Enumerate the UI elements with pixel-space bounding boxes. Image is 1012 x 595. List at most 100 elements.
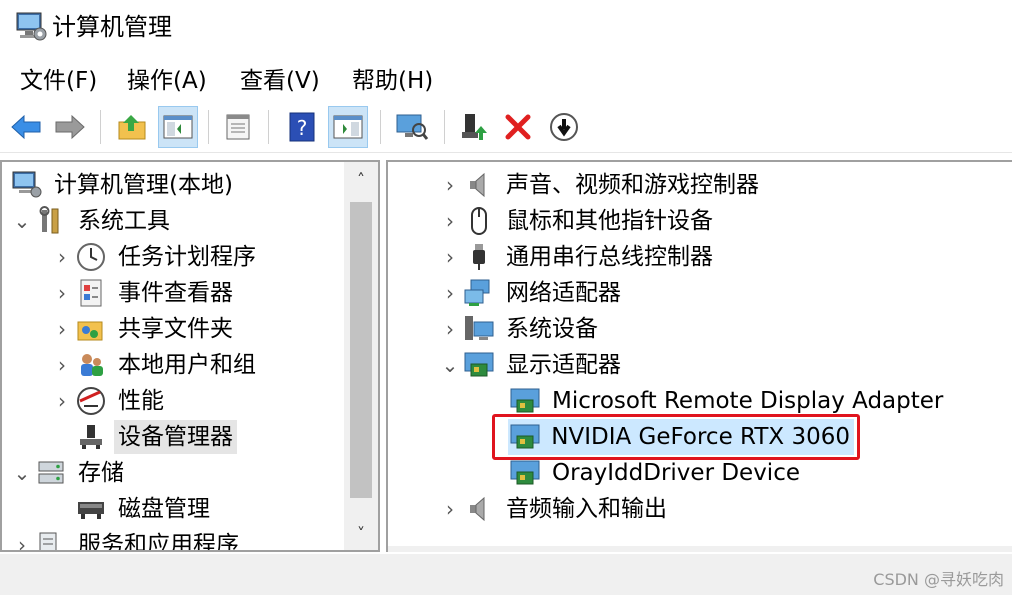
tree-item-shared-folders[interactable]: › 共享文件夹 <box>50 311 237 347</box>
tree-label: 服务和应用程序 <box>78 532 239 552</box>
device-label: 鼠标和其他指针设备 <box>506 208 713 234</box>
device-manager-icon <box>74 420 108 454</box>
chevron-right-icon[interactable]: › <box>10 527 34 550</box>
watermark: CSDN @寻妖吃肉 <box>873 570 1004 589</box>
network-icon <box>462 276 496 310</box>
tree-label: 性能 <box>118 388 164 414</box>
title-bar: 计算机管理 <box>0 0 1012 58</box>
tree-label: 设备管理器 <box>114 420 237 454</box>
disable-device-icon[interactable] <box>544 106 584 148</box>
tree-label: 共享文件夹 <box>118 316 233 342</box>
tools-icon <box>34 204 68 238</box>
chevron-down-icon[interactable]: ⌄ <box>10 203 34 239</box>
console-tree-pane[interactable]: 计算机管理(本地) ⌄ 系统工具 › 任务计划程序 › 事件查看器 › 共享文件… <box>0 160 380 552</box>
tree-label: 磁盘管理 <box>118 496 210 522</box>
system-device-icon <box>462 312 496 346</box>
tree-item-task-scheduler[interactable]: › 任务计划程序 <box>50 239 260 275</box>
status-bar: CSDN @寻妖吃肉 <box>0 554 1012 595</box>
computer-management-icon <box>14 10 48 44</box>
event-viewer-icon <box>74 276 108 310</box>
device-category-usb[interactable]: › 通用串行总线控制器 <box>438 239 717 275</box>
usb-icon <box>462 240 496 274</box>
storage-icon <box>34 456 68 490</box>
tree-scrollbar[interactable]: ˄ ˅ <box>344 162 378 550</box>
chevron-right-icon[interactable]: › <box>50 347 74 383</box>
menu-view[interactable]: 查看(V) <box>238 64 322 98</box>
chevron-right-icon[interactable]: › <box>50 311 74 347</box>
menu-file[interactable]: 文件(F) <box>18 64 99 98</box>
chevron-right-icon[interactable]: › <box>438 275 462 311</box>
scrollbar-thumb[interactable] <box>350 202 372 498</box>
menu-action[interactable]: 操作(A) <box>125 64 209 98</box>
forward-arrow-icon[interactable] <box>50 106 90 148</box>
scan-hardware-icon[interactable] <box>392 106 432 148</box>
device-category-sound[interactable]: › 声音、视频和游戏控制器 <box>438 167 763 203</box>
device-category-display[interactable]: ⌄ 显示适配器 <box>438 347 625 383</box>
device-label: 通用串行总线控制器 <box>506 244 713 270</box>
tree-label: 任务计划程序 <box>118 244 256 270</box>
chevron-right-icon[interactable]: › <box>438 311 462 347</box>
display-adapter-icon <box>462 348 496 382</box>
tree-item-storage[interactable]: ⌄ 存储 <box>10 455 128 491</box>
device-label: 系统设备 <box>506 316 598 342</box>
menu-bar: 文件(F) 操作(A) 查看(V) 帮助(H) <box>0 60 1012 100</box>
device-item-nvidia-rtx-3060[interactable]: NVIDIA GeForce RTX 3060 <box>508 419 854 455</box>
tree-item-event-viewer[interactable]: › 事件查看器 <box>50 275 237 311</box>
svg-text:?: ? <box>297 116 308 140</box>
device-item-microsoft-remote-display[interactable]: Microsoft Remote Display Adapter <box>508 383 947 419</box>
tree-label: 计算机管理(本地) <box>54 172 233 198</box>
tree-label: 事件查看器 <box>118 280 233 306</box>
tree-label: 系统工具 <box>78 208 170 234</box>
tree-item-device-manager[interactable]: 设备管理器 <box>50 419 237 455</box>
up-folder-icon[interactable] <box>112 106 152 148</box>
speaker-icon <box>462 168 496 202</box>
device-category-mice[interactable]: › 鼠标和其他指针设备 <box>438 203 717 239</box>
properties-icon[interactable] <box>218 106 258 148</box>
tree-item-services-apps[interactable]: › 服务和应用程序 <box>10 527 243 552</box>
tree-item-root[interactable]: 计算机管理(本地) <box>10 167 237 203</box>
tree-item-system-tools[interactable]: ⌄ 系统工具 <box>10 203 174 239</box>
chevron-right-icon[interactable]: › <box>50 239 74 275</box>
performance-icon <box>74 384 108 418</box>
update-driver-icon[interactable] <box>454 106 494 148</box>
chevron-right-icon[interactable]: › <box>50 383 74 419</box>
chevron-down-icon[interactable]: ⌄ <box>10 455 34 491</box>
speaker-icon <box>462 492 496 526</box>
chevron-right-icon[interactable]: › <box>438 167 462 203</box>
device-category-system[interactable]: › 系统设备 <box>438 311 602 347</box>
clock-icon <box>74 240 108 274</box>
display-adapter-icon <box>508 420 541 454</box>
device-label: 音频输入和输出 <box>506 496 667 522</box>
help-icon[interactable]: ? <box>282 106 322 148</box>
mouse-icon <box>462 204 496 238</box>
show-hide-tree-icon[interactable] <box>158 106 198 148</box>
chevron-right-icon[interactable]: › <box>438 203 462 239</box>
device-item-orayidd-driver[interactable]: OrayIddDriver Device <box>508 455 804 491</box>
users-icon <box>74 348 108 382</box>
scroll-down-icon[interactable]: ˅ <box>344 516 378 550</box>
tree-item-performance[interactable]: › 性能 <box>50 383 168 419</box>
tree-item-disk-management[interactable]: 磁盘管理 <box>50 491 214 527</box>
device-label: 显示适配器 <box>506 352 621 378</box>
chevron-down-icon[interactable]: ⌄ <box>438 347 462 383</box>
toolbar: ? <box>0 102 1012 153</box>
device-tree-pane[interactable]: › 声音、视频和游戏控制器 › 鼠标和其他指针设备 › 通用串行总线控制器 › … <box>386 160 1012 552</box>
device-horizontal-scrollbar[interactable] <box>388 546 1012 552</box>
chevron-right-icon[interactable]: › <box>438 239 462 275</box>
show-action-pane-icon[interactable] <box>328 106 368 148</box>
tree-item-local-users[interactable]: › 本地用户和组 <box>50 347 260 383</box>
scroll-up-icon[interactable]: ˄ <box>344 162 378 196</box>
uninstall-icon[interactable] <box>498 106 538 148</box>
device-label: 网络适配器 <box>506 280 621 306</box>
tree-label: 存储 <box>78 460 124 486</box>
back-arrow-icon[interactable] <box>6 106 46 148</box>
device-label: OrayIddDriver Device <box>552 460 800 486</box>
device-category-network[interactable]: › 网络适配器 <box>438 275 625 311</box>
display-adapter-icon <box>508 456 542 490</box>
chevron-right-icon[interactable]: › <box>50 275 74 311</box>
device-label: Microsoft Remote Display Adapter <box>552 388 944 414</box>
device-category-audio-io[interactable]: › 音频输入和输出 <box>438 491 671 527</box>
services-icon <box>34 528 68 550</box>
chevron-right-icon[interactable]: › <box>438 491 462 527</box>
menu-help[interactable]: 帮助(H) <box>350 64 435 98</box>
